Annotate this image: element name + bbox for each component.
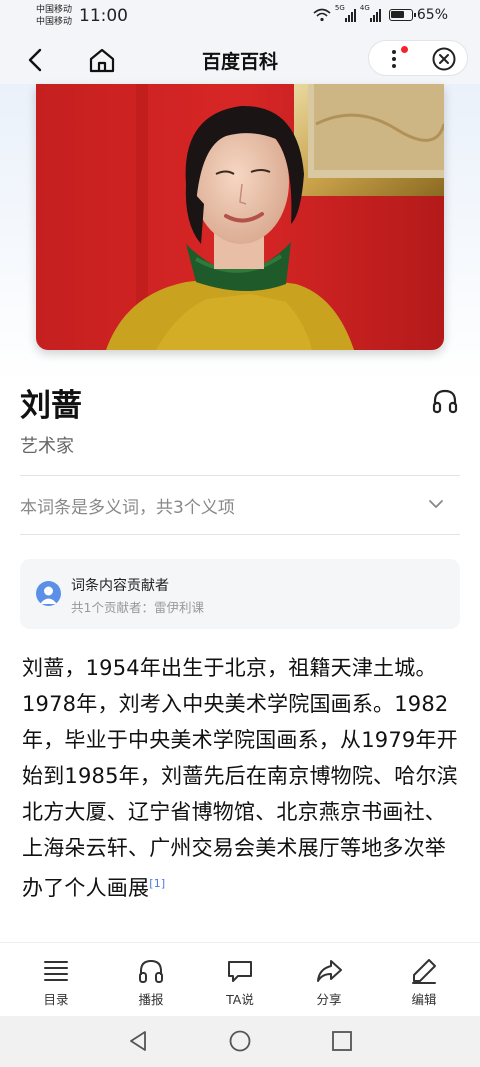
entry-name: 刘蔷 (20, 388, 82, 424)
edit-button[interactable]: 编辑 (384, 957, 464, 1011)
signal-2-tag: 4G (359, 4, 370, 12)
headphones-icon[interactable] (430, 386, 460, 416)
circle-home-icon[interactable] (228, 1029, 252, 1053)
polysemy-note[interactable]: 本词条是多义词，共3个义项 (20, 493, 235, 518)
battery-icon (388, 9, 416, 21)
carrier-info: 中国移动 中国移动 (36, 4, 72, 28)
pencil-icon (412, 959, 436, 984)
notification-dot (401, 46, 408, 53)
contributors-title: 词条内容贡献者 (71, 578, 169, 594)
triangle-back-icon[interactable] (126, 1029, 150, 1053)
bottom-toolbar: 目录 播报 TA说 分享 编辑 (0, 942, 480, 1016)
divider (20, 475, 460, 476)
toc-button[interactable]: 目录 (16, 957, 96, 1011)
share-label: 分享 (316, 992, 342, 1007)
headphones-icon (139, 959, 163, 983)
system-nav-bar (0, 1016, 480, 1067)
broadcast-button[interactable]: 播报 (111, 957, 191, 1011)
reference-link[interactable]: [1] (149, 877, 165, 890)
ta-say-label: TA说 (226, 992, 254, 1007)
app-header: 百度百科 (0, 36, 480, 84)
share-button[interactable]: 分享 (289, 957, 369, 1011)
chat-bubble-icon (228, 961, 252, 982)
share-arrow-icon (317, 960, 342, 982)
broadcast-label: 播报 (138, 992, 164, 1007)
article-text: 刘蔷，1954年出生于北京，祖籍天津土城。1978年，刘考入中央美术学院国画系。… (22, 656, 458, 900)
portrait-image (36, 84, 444, 350)
entry-category: 艺术家 (20, 436, 74, 457)
close-circle-icon[interactable] (431, 46, 457, 72)
system-indicators: 5G 4G 65% (313, 4, 448, 23)
portrait-photo[interactable] (36, 84, 444, 350)
contributors-subtitle: 共1个贡献者：雷伊利课 (71, 600, 204, 615)
ta-say-button[interactable]: TA说 (200, 957, 280, 1011)
signal-1-icon: 5G (335, 4, 356, 22)
signal-2-icon: 4G (360, 4, 381, 22)
carrier-2: 中国移动 (36, 17, 73, 27)
battery-percent: 65% (416, 7, 448, 23)
wifi-icon (313, 8, 331, 22)
avatar (36, 581, 61, 606)
carrier-1: 中国移动 (36, 5, 73, 15)
user-icon (40, 586, 57, 604)
article-body: 刘蔷，1954年出生于北京，祖籍天津土城。1978年，刘考入中央美术学院国画系。… (22, 650, 462, 942)
status-time: 11:00 (79, 6, 128, 26)
divider (20, 534, 460, 535)
mini-program-capsule (368, 40, 468, 76)
chevron-down-icon[interactable] (426, 496, 446, 512)
toc-label: 目录 (43, 992, 69, 1007)
square-recent-icon[interactable] (330, 1029, 354, 1053)
signal-1-tag: 5G (334, 4, 345, 12)
status-bar: 中国移动 中国移动 11:00 5G 4G 65% (0, 0, 480, 36)
edit-label: 编辑 (411, 992, 437, 1007)
contributors-card[interactable]: 词条内容贡献者 共1个贡献者：雷伊利课 (20, 559, 460, 629)
list-icon (44, 961, 68, 981)
